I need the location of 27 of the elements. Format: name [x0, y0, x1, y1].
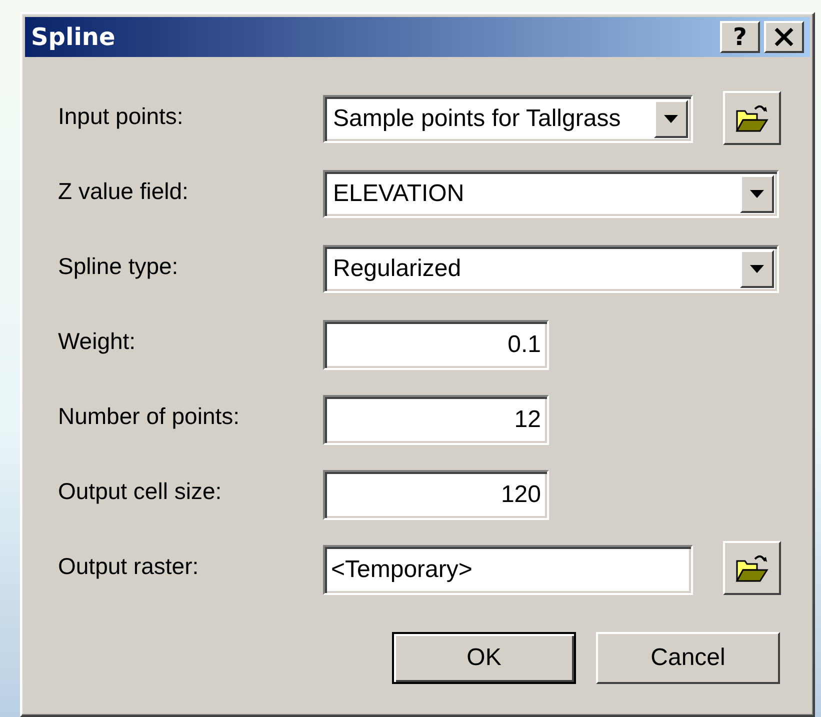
close-button[interactable]: [764, 21, 804, 53]
input-field[interactable]: 0.1: [323, 320, 549, 370]
dropdown[interactable]: Regularized: [323, 245, 779, 293]
dropdown[interactable]: ELEVATION: [323, 170, 779, 218]
field-label: Z value field:: [58, 178, 190, 205]
caret-icon: [750, 190, 764, 198]
caret-icon: [664, 115, 678, 123]
field-label: Output raster:: [58, 553, 200, 580]
dialog-button[interactable]: Cancel: [596, 632, 780, 684]
dropdown[interactable]: Sample points for Tallgrass: [323, 95, 693, 143]
field-label: Spline type:: [58, 253, 180, 280]
dialog-button[interactable]: OK: [392, 632, 576, 684]
window-title: Spline: [31, 23, 116, 51]
field-label: Number of points:: [58, 403, 241, 430]
folder-icon: [735, 103, 769, 133]
help-button[interactable]: ?: [720, 21, 760, 53]
input-field[interactable]: <Temporary>: [323, 545, 693, 595]
input-field[interactable]: 12: [323, 395, 549, 445]
input-field[interactable]: 120: [323, 470, 549, 520]
field-label: Input points:: [58, 103, 184, 130]
folder-icon: [735, 553, 769, 583]
close-icon: [774, 28, 794, 46]
browse-button[interactable]: [723, 541, 781, 595]
field-label: Weight:: [58, 328, 137, 355]
caret-icon: [750, 265, 764, 273]
browse-button[interactable]: [723, 91, 781, 145]
field-label: Output cell size:: [58, 478, 223, 505]
